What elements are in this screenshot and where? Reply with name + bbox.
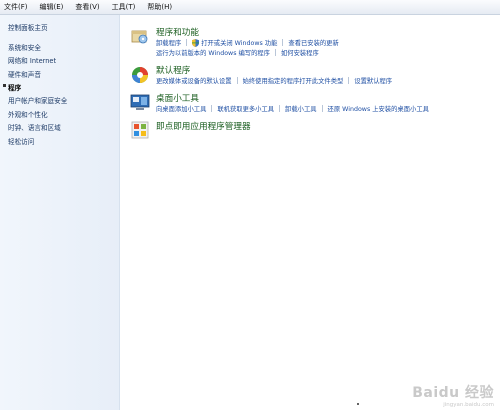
click-to-run-icon[interactable] [130, 120, 150, 140]
uninstall-gadget-link[interactable]: 卸载小工具 [285, 104, 316, 113]
sidebar-item-network-internet[interactable]: 网络和 Internet [8, 55, 56, 65]
sidebar-item-system-security[interactable]: 系统和安全 [8, 42, 41, 52]
default-programs-links-row1: 更改媒体或设备的默认设置 始终使用指定的程序打开此文件类型 设置默认程序 [156, 76, 392, 85]
sidebar-item-clock-language[interactable]: 时钟、语言和区域 [8, 122, 61, 132]
programs-features-links-row2: 运行为以前版本的 Windows 编写的程序 如何安装程序 [156, 48, 319, 57]
link-separator [186, 39, 188, 46]
link-separator [348, 77, 350, 84]
default-programs-title[interactable]: 默认程序 [156, 64, 190, 76]
stray-dot [357, 403, 359, 405]
sidebar-item-appearance[interactable]: 外观和个性化 [8, 109, 48, 119]
link-separator [282, 39, 284, 46]
menu-edit[interactable]: 编辑(E) [34, 0, 70, 14]
programs-features-title[interactable]: 程序和功能 [156, 26, 199, 38]
current-item-bullet-icon [3, 84, 6, 87]
link-separator [321, 105, 323, 112]
restore-gadgets-link[interactable]: 还原 Windows 上安装的桌面小工具 [328, 104, 429, 113]
sidebar-item-ease-of-access[interactable]: 轻松访问 [8, 136, 34, 146]
add-gadgets-link[interactable]: 向桌面添加小工具 [156, 104, 206, 113]
uninstall-program-link[interactable]: 卸载程序 [156, 38, 181, 47]
uac-shield-icon [192, 38, 200, 47]
main-content: 程序和功能 卸载程序 打开或关闭 Windows 功能 查看已安装的更新 运行为… [120, 15, 500, 410]
run-older-programs-link[interactable]: 运行为以前版本的 Windows 编写的程序 [156, 48, 270, 57]
sidebar-item-user-accounts[interactable]: 用户帐户和家庭安全 [8, 95, 67, 105]
desktop-gadgets-icon[interactable] [130, 92, 150, 112]
sidebar-item-hardware-sound[interactable]: 硬件和声音 [8, 69, 41, 79]
control-panel-home-link[interactable]: 控制面板主页 [8, 22, 48, 32]
baidu-watermark: Baidu 经验 jingyan.baidu.com [412, 382, 494, 408]
get-more-gadgets-link[interactable]: 联机获取更多小工具 [217, 104, 274, 113]
link-separator [211, 105, 213, 112]
file-type-association-link[interactable]: 始终使用指定的程序打开此文件类型 [243, 76, 344, 85]
menu-bar: 文件(F) 编辑(E) 查看(V) 工具(T) 帮助(H) [0, 0, 500, 15]
link-separator [236, 77, 238, 84]
link-separator [274, 49, 276, 56]
link-separator [279, 105, 281, 112]
desktop-gadgets-links-row1: 向桌面添加小工具 联机获取更多小工具 卸载小工具 还原 Windows 上安装的… [156, 104, 429, 113]
watermark-url: jingyan.baidu.com [443, 402, 494, 408]
default-programs-icon[interactable] [130, 64, 150, 84]
menu-tools[interactable]: 工具(T) [106, 0, 142, 14]
menu-help[interactable]: 帮助(H) [141, 0, 178, 14]
left-nav-pane: 控制面板主页 系统和安全 网络和 Internet 硬件和声音 程序 用户帐户和… [0, 15, 120, 410]
programs-features-links-row1: 卸载程序 打开或关闭 Windows 功能 查看已安装的更新 [156, 38, 339, 47]
how-to-install-link[interactable]: 如何安装程序 [281, 48, 319, 57]
watermark-brand: Baidu 经验 [412, 385, 494, 401]
menu-view[interactable]: 查看(V) [69, 0, 105, 14]
click-to-run-title[interactable]: 即点即用应用程序管理器 [156, 120, 251, 132]
change-media-defaults-link[interactable]: 更改媒体或设备的默认设置 [156, 76, 232, 85]
desktop-gadgets-title[interactable]: 桌面小工具 [156, 92, 199, 104]
menu-file[interactable]: 文件(F) [0, 0, 34, 14]
sidebar-item-programs[interactable]: 程序 [8, 82, 21, 92]
view-installed-updates-link[interactable]: 查看已安装的更新 [288, 38, 338, 47]
turn-windows-features-link[interactable]: 打开或关闭 Windows 功能 [201, 38, 277, 47]
programs-features-icon[interactable] [130, 26, 150, 46]
set-default-programs-link[interactable]: 设置默认程序 [354, 76, 392, 85]
